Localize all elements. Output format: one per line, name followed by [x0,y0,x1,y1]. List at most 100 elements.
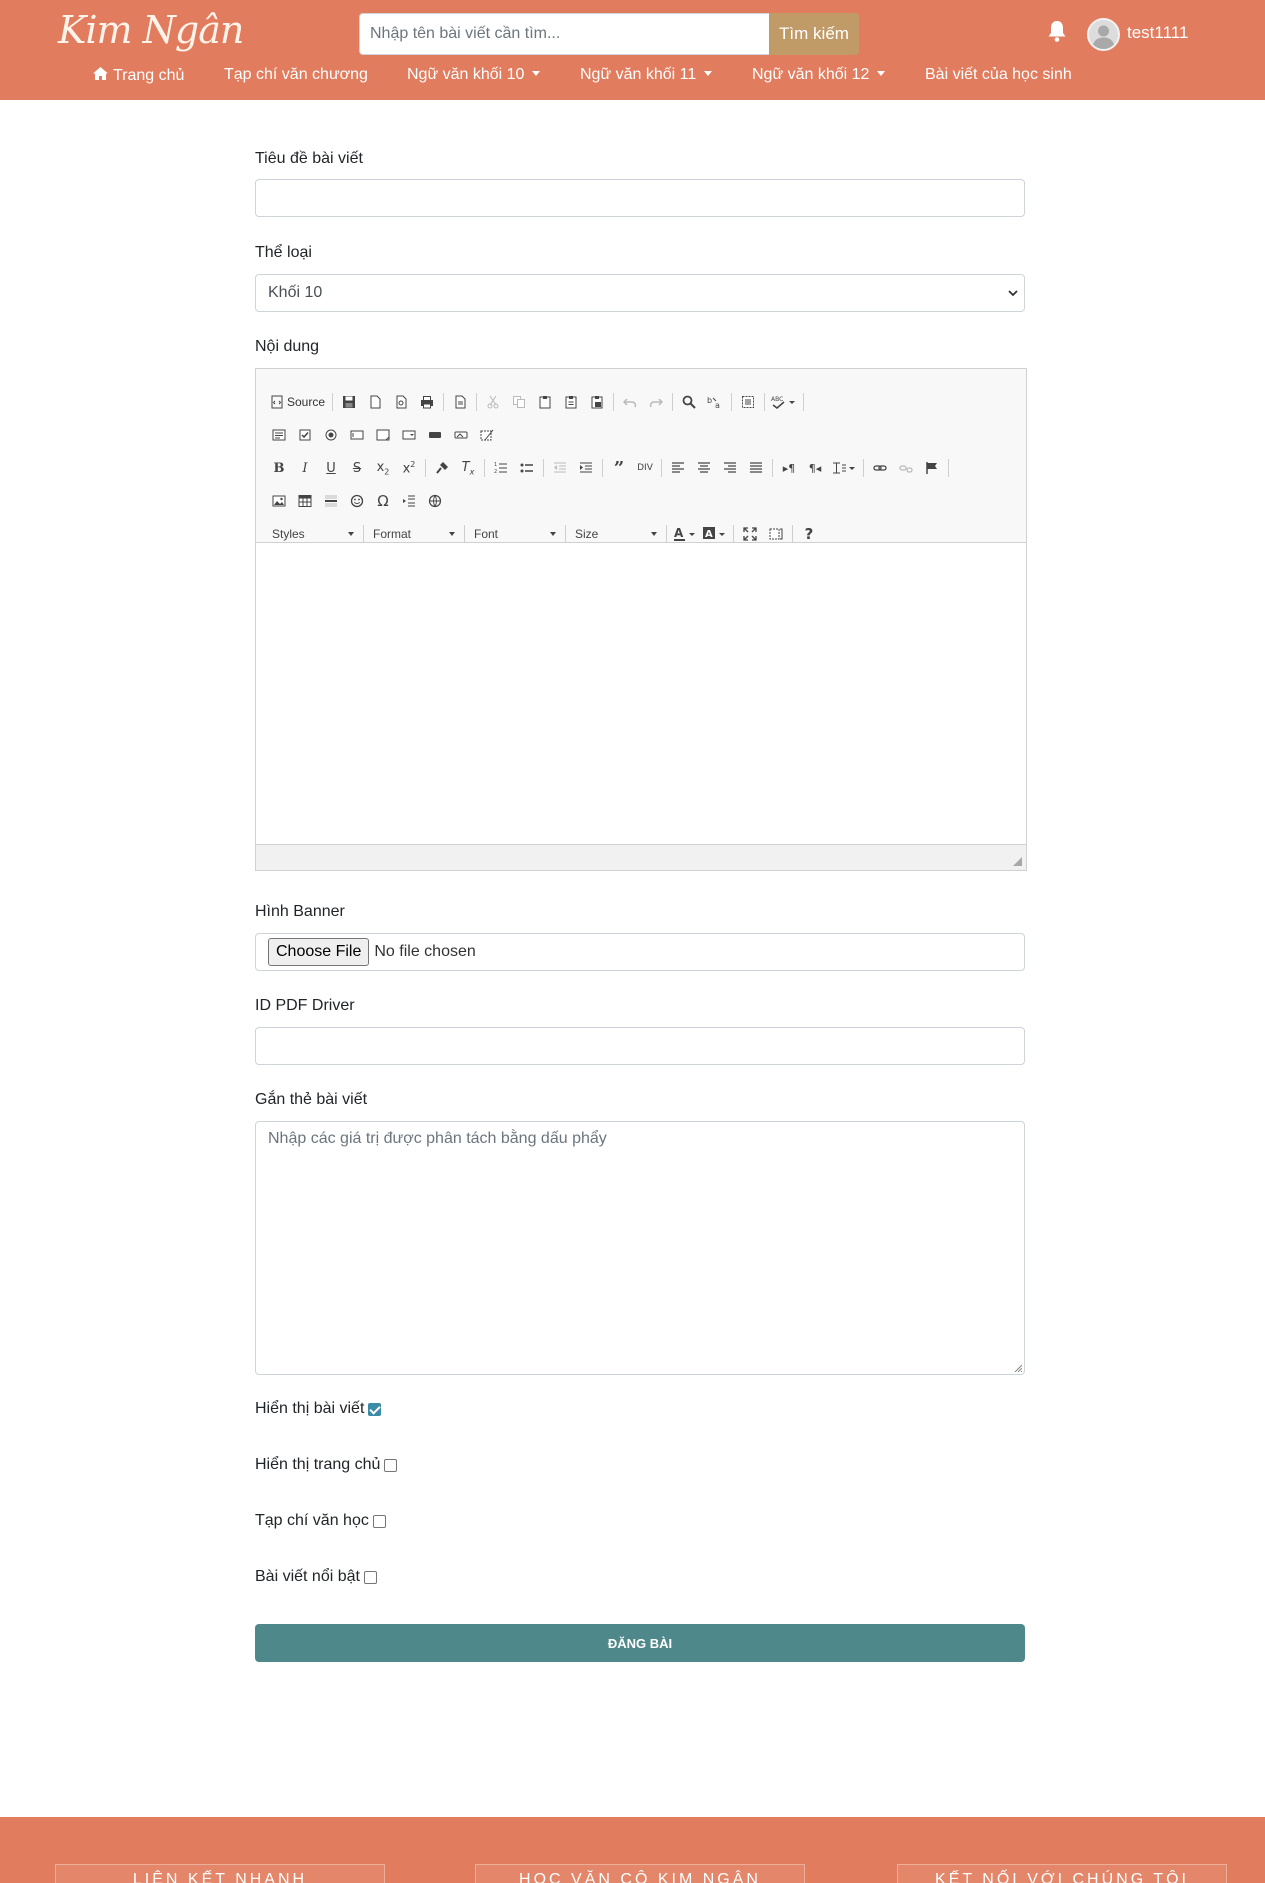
textfield-icon[interactable] [344,422,370,448]
radio-icon[interactable] [318,422,344,448]
select-all-icon[interactable] [735,389,761,415]
table-icon[interactable] [292,488,318,514]
superscript-icon[interactable]: x2 [396,455,422,481]
choose-file-button[interactable]: Choose File [268,938,370,966]
checkbox-icon[interactable] [292,422,318,448]
align-right-icon[interactable] [717,455,743,481]
search-bar: Tìm kiếm [359,13,859,55]
toolbar-separator [443,393,445,411]
submit-post-button[interactable]: ĐĂNG BÀI [255,1624,1025,1662]
site-logo[interactable]: Kim Ngân [58,8,244,52]
underline-icon[interactable]: U [318,455,344,481]
notification-bell-icon[interactable] [1046,19,1068,43]
outdent-icon[interactable] [547,455,573,481]
textarea-icon[interactable] [370,422,396,448]
anchor-flag-icon[interactable] [919,455,945,481]
nav-label: Tạp chí văn chương [224,66,368,83]
check-featured-post[interactable]: Bài viết nổi bật [255,1568,377,1586]
editor-content-area[interactable] [256,544,1026,844]
search-input[interactable] [359,13,769,55]
button-icon[interactable] [422,422,448,448]
nav-item-grade-12[interactable]: Ngữ văn khối 12 [752,66,886,84]
image-icon[interactable] [266,488,292,514]
justify-icon[interactable] [743,455,769,481]
resize-handle-icon[interactable] [1013,857,1022,866]
chevron-down-icon [348,532,354,536]
numbered-list-icon[interactable]: 12 [488,455,514,481]
remove-format-icon[interactable]: Tx [455,455,481,481]
strikethrough-icon[interactable]: S [344,455,370,481]
toolbar-separator [464,525,465,543]
templates-icon[interactable] [447,389,473,415]
smiley-icon[interactable] [344,488,370,514]
special-char-icon[interactable]: Ω [370,488,396,514]
bold-icon[interactable]: B [266,455,292,481]
subscript-icon[interactable]: x2 [370,455,396,481]
rtl-icon[interactable]: ¶◂ [802,455,828,481]
bulleted-list-icon[interactable] [514,455,540,481]
checkbox[interactable] [372,1514,386,1528]
image-button-icon[interactable] [448,422,474,448]
chevron-down-icon [532,71,541,76]
replace-icon[interactable]: ba [702,389,728,415]
undo-icon[interactable] [617,389,643,415]
source-button[interactable]: Source [266,389,329,415]
copy-format-icon[interactable] [429,455,455,481]
redo-icon[interactable] [643,389,669,415]
category-select[interactable]: Khối 10 [255,274,1025,312]
check-show-homepage[interactable]: Hiển thị trang chủ [255,1456,398,1474]
check-literary-magazine[interactable]: Tạp chí văn học [255,1512,386,1530]
select-field-icon[interactable] [396,422,422,448]
form-icon[interactable] [266,422,292,448]
hidden-field-icon[interactable] [474,422,500,448]
copy-icon[interactable] [506,389,532,415]
nav-item-student-posts[interactable]: Bài viết của học sinh [925,66,1072,84]
checkbox-checked[interactable] [368,1402,382,1416]
svg-text:ABC: ABC [771,396,783,403]
horizontal-line-icon[interactable] [318,488,344,514]
styles-dropdown[interactable]: Styles [266,523,360,545]
blockquote-icon[interactable]: ” [606,455,632,481]
new-page-icon[interactable] [362,389,388,415]
avatar[interactable] [1087,18,1120,51]
ltr-icon[interactable]: ▸¶ [776,455,802,481]
source-icon [271,395,283,409]
print-icon[interactable] [414,389,440,415]
nav-item-magazine[interactable]: Tạp chí văn chương [224,66,368,84]
resize-handle-icon[interactable] [1013,1363,1022,1372]
size-dropdown[interactable]: Size [569,523,663,545]
italic-icon[interactable]: I [292,455,318,481]
align-center-icon[interactable] [691,455,717,481]
tags-textarea[interactable]: Nhập các giá trị được phân tách bằng dấu… [255,1121,1025,1375]
create-div-icon[interactable]: DIV [632,455,658,481]
checkbox[interactable] [363,1570,377,1584]
pdf-id-input[interactable] [255,1027,1025,1065]
nav-item-grade-11[interactable]: Ngữ văn khối 11 [580,66,713,84]
link-icon[interactable] [867,455,893,481]
paste-word-icon[interactable] [584,389,610,415]
preview-icon[interactable] [388,389,414,415]
find-icon[interactable] [676,389,702,415]
footer-about-heading: HỌC VĂN CÔ KIM NGÂN [475,1864,805,1883]
paste-icon[interactable] [532,389,558,415]
paste-text-icon[interactable] [558,389,584,415]
page-break-icon[interactable] [396,488,422,514]
checkbox[interactable] [384,1458,398,1472]
unlink-icon[interactable] [893,455,919,481]
iframe-icon[interactable] [422,488,448,514]
main-nav: Trang chủ Tạp chí văn chương Ngữ văn khố… [0,66,1265,92]
cut-icon[interactable] [480,389,506,415]
nav-item-grade-10[interactable]: Ngữ văn khối 10 [407,66,541,84]
nav-item-home[interactable]: Trang chủ [92,66,184,85]
indent-icon[interactable] [573,455,599,481]
username[interactable]: test1111 [1127,23,1188,43]
save-icon[interactable] [336,389,362,415]
check-show-post[interactable]: Hiển thị bài viết [255,1400,382,1418]
format-dropdown[interactable]: Format [367,523,461,545]
search-button[interactable]: Tìm kiếm [769,13,859,55]
title-input[interactable] [255,179,1025,217]
language-icon[interactable] [828,455,860,481]
align-left-icon[interactable] [665,455,691,481]
spellcheck-icon[interactable]: ABC [768,389,800,415]
font-dropdown[interactable]: Font [468,523,562,545]
